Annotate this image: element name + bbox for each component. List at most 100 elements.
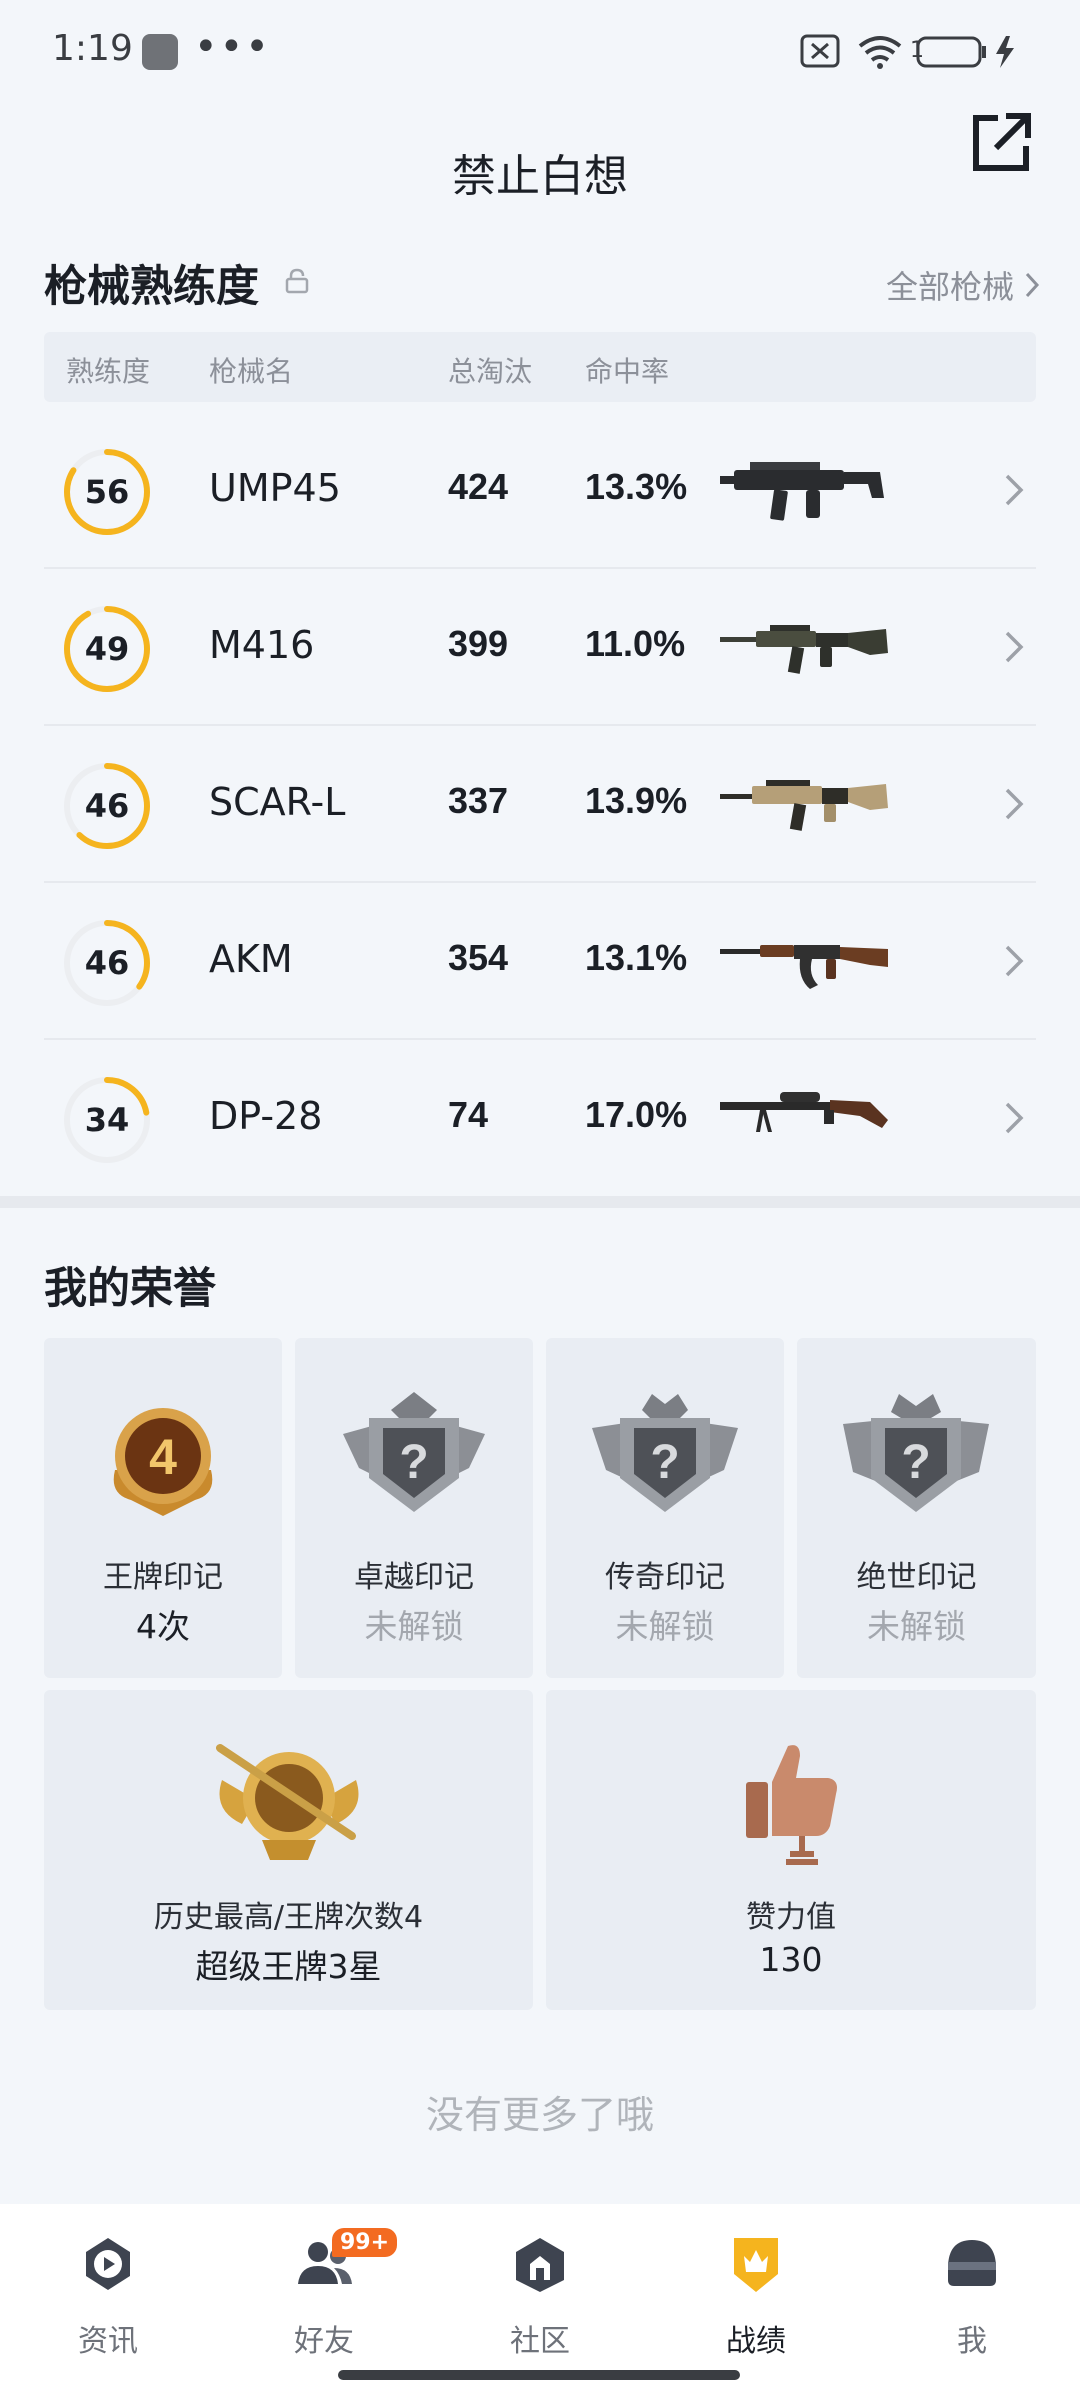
weapon-row[interactable]: 56 UMP45 424 13.3% [44,412,1036,569]
weapon-row[interactable]: 49 M416 399 11.0% [44,569,1036,726]
sim-off-icon [800,34,840,68]
honor-value: 超级王牌3星 [195,1947,382,1986]
honor-card-highest-rank[interactable]: 历史最高/王牌次数4 超级王牌3星 [44,1690,533,2010]
locked-badge-icon: ? [843,1394,989,1512]
nav-label: 战绩 [726,2324,786,2359]
nav-label: 资讯 [78,2324,138,2359]
honor-label: 赞力值 [746,1900,836,1935]
ace-badge-icon: 4 [113,1408,213,1516]
mastery-value: 46 [84,787,130,825]
locked-badge-icon: ? [343,1392,485,1512]
weapon-name: UMP45 [209,466,341,510]
weapon-accuracy: 13.1% [585,937,688,978]
nav-item-record[interactable]: 战绩 [676,2224,836,2374]
nav-item-profile[interactable]: 我 [892,2224,1052,2374]
share-icon[interactable] [968,110,1034,176]
mastery-value: 46 [84,944,130,982]
locked-badge-icon: ? [592,1394,738,1512]
m416-icon [720,625,888,674]
lock-icon [285,268,309,294]
battery-level: 1 [910,38,924,63]
honor-value: 4次 [136,1607,190,1646]
chevron-right-icon [1005,788,1024,820]
nav-label: 我 [957,2324,987,2359]
chevron-right-icon [1005,474,1024,506]
weapon-list: 56 UMP45 424 13.3% 49 M416 399 11.0% 46 … [44,412,1036,1197]
weapon-row[interactable]: 46 SCAR-L 337 13.9% [44,726,1036,883]
mastery-value: 34 [84,1101,130,1139]
scar-l-icon [720,780,888,831]
honor-card-legend[interactable]: ? 传奇印记 未解锁 [546,1338,784,1678]
weapon-name: AKM [209,937,293,981]
news-icon [86,2238,130,2290]
home-indicator[interactable] [338,2370,740,2380]
honor-label: 传奇印记 [605,1560,725,1595]
chevron-right-icon [1025,272,1040,298]
battery-icon [916,36,986,68]
weapon-mastery-title: 枪械熟练度 [44,262,259,312]
col-accuracy: 命中率 [585,355,670,388]
status-time: 1:19 [52,28,133,69]
weapon-table-header: 熟练度 枪械名 总淘汰 命中率 [44,332,1036,402]
app-header: 禁止白想 [0,104,1080,234]
honor-label: 历史最高/王牌次数4 [153,1900,424,1935]
ump45-icon [720,462,884,521]
charging-icon [996,36,1014,68]
dp-28-icon [720,1092,888,1132]
more-notifications-icon: ••• [194,24,271,70]
weapon-name: DP-28 [209,1094,323,1138]
chevron-right-icon [1005,631,1024,663]
weapon-kills: 337 [448,780,509,821]
weapon-accuracy: 17.0% [585,1094,688,1135]
honors-title: 我的荣誉 [44,1264,216,1314]
community-icon [516,2238,564,2292]
wifi-icon [858,36,902,69]
mastery-value: 49 [84,630,130,668]
weapon-kills: 399 [448,623,509,664]
akm-icon [720,945,888,989]
nav-item-community[interactable]: 社区 [460,2224,620,2374]
weapon-name: M416 [209,623,315,667]
section-divider [0,1196,1080,1208]
thumbs-up-icon [746,1745,837,1865]
honor-value: 130 [759,1940,823,1979]
weapon-accuracy: 13.9% [585,780,688,821]
weapon-accuracy: 13.3% [585,466,688,507]
honor-card-peerless[interactable]: ? 绝世印记 未解锁 [797,1338,1036,1678]
honor-value: 未解锁 [615,1607,715,1646]
weapon-kills: 424 [448,466,509,507]
ace-badge-number: 4 [149,1429,177,1485]
profile-icon [948,2240,996,2286]
app-notification-icon [142,34,178,70]
honor-card-likes[interactable]: 赞力值 130 [546,1690,1036,2010]
weapon-kills: 74 [448,1094,489,1135]
col-mastery: 熟练度 [66,355,151,388]
svg-text:?: ? [650,1436,679,1489]
weapon-row[interactable]: 46 AKM 354 13.1% [44,883,1036,1040]
honor-value: 未解锁 [364,1607,464,1646]
weapon-kills: 354 [448,937,509,978]
weapon-row[interactable]: 34 DP-28 74 17.0% [44,1040,1036,1197]
nav-label: 社区 [510,2324,570,2359]
all-weapons-link[interactable]: 全部枪械 [886,262,1040,308]
chevron-right-icon [1005,945,1024,977]
record-icon [734,2238,778,2292]
honor-card-excellent[interactable]: ? 卓越印记 未解锁 [295,1338,533,1678]
nav-item-friends[interactable]: 99+ 好友 [244,2224,404,2374]
nav-item-news[interactable]: 资讯 [28,2224,188,2374]
col-total-kills: 总淘汰 [448,355,533,388]
weapon-name: SCAR-L [209,780,346,824]
mastery-value: 56 [84,473,130,511]
honor-card-ace[interactable]: 4 王牌印记 4次 [44,1338,282,1678]
ace-rank-badge-icon [216,1744,359,1860]
honor-label: 王牌印记 [103,1560,223,1595]
weapon-accuracy: 11.0% [585,623,686,664]
nav-label: 好友 [294,2324,354,2359]
all-weapons-label: 全部枪械 [885,268,1014,306]
svg-text:?: ? [901,1436,930,1489]
honor-value: 未解锁 [867,1607,966,1646]
svg-text:?: ? [399,1436,428,1489]
col-weapon-name: 枪械名 [209,355,294,388]
honor-label: 卓越印记 [354,1560,474,1595]
status-bar: 1:19 ••• 1 [0,0,1080,104]
